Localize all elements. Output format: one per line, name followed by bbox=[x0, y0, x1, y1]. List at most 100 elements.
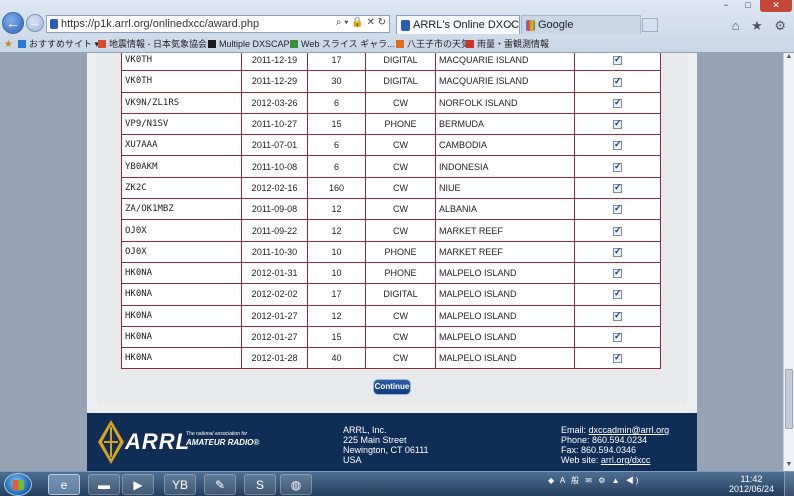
entity-cell: CAMBODIA bbox=[435, 134, 575, 157]
select-checkbox[interactable] bbox=[613, 203, 622, 215]
new-tab-button[interactable] bbox=[642, 18, 658, 32]
taskbar-media-player-icon[interactable]: ▶ bbox=[122, 474, 154, 495]
vertical-scrollbar[interactable]: ▲ ▼ bbox=[783, 53, 794, 471]
select-checkbox[interactable] bbox=[613, 331, 622, 343]
select-cell bbox=[574, 325, 661, 349]
date-cell: 2011-10-27 bbox=[241, 112, 308, 136]
entity-cell: BERMUDA bbox=[435, 112, 575, 136]
scrollbar-thumb[interactable] bbox=[785, 369, 793, 429]
mode-cell: CW bbox=[365, 347, 436, 370]
select-checkbox[interactable] bbox=[613, 76, 622, 87]
entity-cell: MARKET REEF bbox=[435, 240, 575, 263]
browser-tools-icons[interactable]: ⌂ ★ ⚙ bbox=[732, 18, 790, 34]
mode-cell: CW bbox=[365, 176, 436, 200]
close-window-button[interactable]: ✕ bbox=[760, 0, 792, 12]
select-checkbox[interactable] bbox=[613, 139, 622, 151]
arrl-diamond-logo-icon bbox=[98, 420, 124, 464]
entity-cell: MACQUARIE ISLAND bbox=[435, 53, 575, 72]
band-cell: 10 bbox=[307, 240, 366, 263]
date-cell: 2011-07-01 bbox=[241, 134, 308, 157]
date-cell: 2011-09-22 bbox=[241, 219, 308, 242]
mode-cell: CW bbox=[365, 219, 436, 242]
favorite-multiple-dxscape[interactable]: Multiple DXSCAPE bbox=[208, 37, 296, 52]
callsign-cell: HK0NA bbox=[121, 347, 242, 370]
favorite-web-slice-gallery[interactable]: Web スライス ギャラ... ▾ bbox=[290, 37, 402, 52]
favorite-earthquake-info[interactable]: 地震情報 - 日本気象協会... bbox=[98, 37, 215, 52]
arrl-wordmark: ARRL bbox=[125, 429, 191, 454]
clock[interactable]: 11:42 2012/06/24 bbox=[729, 474, 774, 494]
table-row: YB0AKM 2011-10-08 6 CW INDONESIA bbox=[121, 155, 661, 178]
taskbar-skype-icon[interactable]: S bbox=[244, 474, 276, 495]
select-checkbox[interactable] bbox=[613, 246, 622, 257]
date-cell: 2012-01-27 bbox=[241, 325, 308, 349]
select-checkbox[interactable] bbox=[613, 225, 622, 236]
mode-cell: CW bbox=[365, 91, 436, 114]
scroll-down-icon[interactable]: ▼ bbox=[784, 461, 794, 471]
table-row: HK0NA 2012-01-28 40 CW MALPELO ISLAND bbox=[121, 347, 661, 370]
favorite-label: 地震情報 - 日本気象協会... bbox=[109, 39, 215, 49]
mode-cell: PHONE bbox=[365, 261, 436, 285]
band-cell: 6 bbox=[307, 91, 366, 114]
table-row: OJ0X 2011-10-30 10 PHONE MARKET REEF bbox=[121, 240, 661, 263]
callsign-cell: OJ0X bbox=[121, 240, 242, 263]
email-link[interactable]: dxccadmin@arrl.org bbox=[589, 425, 670, 435]
favorite-hachioji-weather[interactable]: 八王子市の天気 bbox=[396, 37, 470, 52]
scroll-up-icon[interactable]: ▲ bbox=[784, 53, 794, 63]
select-cell bbox=[574, 70, 661, 93]
callsign-cell: HK0NA bbox=[121, 283, 242, 306]
entity-cell: MALPELO ISLAND bbox=[435, 261, 575, 285]
website-link[interactable]: arrl.org/dxcc bbox=[601, 455, 651, 465]
select-checkbox[interactable] bbox=[613, 182, 622, 193]
table-row: VK0TH 2011-12-29 30 DIGITAL MACQUARIE ISLAND bbox=[121, 70, 661, 93]
web-label: Web site: bbox=[561, 455, 601, 465]
callsign-cell: HK0NA bbox=[121, 325, 242, 349]
select-checkbox[interactable] bbox=[613, 118, 622, 130]
taskbar-file-explorer-icon[interactable]: ▬ bbox=[88, 474, 120, 495]
date-cell: 2012-01-28 bbox=[241, 347, 308, 370]
fax: Fax: 860.594.0346 bbox=[561, 445, 637, 455]
taskbar-internet-explorer-icon[interactable]: e bbox=[48, 474, 80, 495]
favorite-recommended-sites[interactable]: おすすめサイト ▾ bbox=[18, 37, 99, 52]
select-cell bbox=[574, 240, 661, 263]
favorite-icon bbox=[98, 40, 106, 48]
table-row: HK0NA 2012-01-27 12 CW MALPELO ISLAND bbox=[121, 304, 661, 327]
favorite-rain-lightning[interactable]: 雨量・雷観測情報 bbox=[466, 37, 549, 52]
band-cell: 12 bbox=[307, 219, 366, 242]
forward-button[interactable]: → bbox=[26, 14, 44, 32]
browser-chrome: − □ ✕ ← → https://p1k.arrl.org/onlinedxc… bbox=[0, 0, 794, 53]
callsign-cell: ZK2C bbox=[121, 176, 242, 200]
address-bar[interactable]: https://p1k.arrl.org/onlinedxcc/award.ph… bbox=[46, 15, 390, 33]
show-desktop-button[interactable] bbox=[784, 472, 794, 496]
select-checkbox[interactable] bbox=[613, 310, 622, 321]
favorites-star-icon[interactable]: ★ bbox=[4, 37, 13, 52]
start-button[interactable] bbox=[4, 473, 32, 496]
taskbar-paint-icon[interactable]: ✎ bbox=[204, 474, 236, 495]
minimize-button[interactable]: − bbox=[716, 0, 736, 12]
maximize-button[interactable]: □ bbox=[738, 0, 758, 12]
continue-button[interactable]: Continue bbox=[373, 379, 411, 395]
entity-cell: MACQUARIE ISLAND bbox=[435, 70, 575, 93]
select-checkbox[interactable] bbox=[613, 352, 622, 364]
taskbar-globe-app-icon[interactable]: ◍ bbox=[280, 474, 312, 495]
table-row: OJ0X 2011-09-22 12 CW MARKET REEF bbox=[121, 219, 661, 242]
address-tools[interactable]: ⌕ ▾ 🔒 ✕ ↻ bbox=[336, 17, 386, 28]
system-tray[interactable]: ◆ A 般 ✉ ⚙ ▲ ◀) bbox=[548, 475, 640, 486]
select-checkbox[interactable] bbox=[613, 54, 622, 66]
callsign-cell: VK0TH bbox=[121, 70, 242, 93]
close-tab-icon[interactable]: ✕ bbox=[507, 18, 516, 31]
entity-cell: MALPELO ISLAND bbox=[435, 304, 575, 327]
favorite-label: 雨量・雷観測情報 bbox=[477, 39, 550, 49]
taskbar-app-yb-icon[interactable]: YB bbox=[164, 474, 196, 495]
select-cell bbox=[574, 347, 661, 370]
back-button[interactable]: ← bbox=[2, 12, 24, 34]
tab-online-dxcc[interactable]: ARRL's Online DXCC ✕ bbox=[396, 15, 520, 34]
url-text[interactable]: https://p1k.arrl.org/onlinedxcc/award.ph… bbox=[61, 18, 259, 30]
select-checkbox[interactable] bbox=[613, 267, 622, 279]
tab-google[interactable]: Google bbox=[521, 15, 641, 34]
table-row: HK0NA 2012-02-02 17 DIGITAL MALPELO ISLAND bbox=[121, 283, 661, 306]
select-checkbox[interactable] bbox=[613, 161, 622, 172]
callsign-cell: OJ0X bbox=[121, 219, 242, 242]
select-checkbox[interactable] bbox=[613, 288, 622, 300]
select-checkbox[interactable] bbox=[613, 97, 622, 108]
date-cell: 2011-12-29 bbox=[241, 70, 308, 93]
